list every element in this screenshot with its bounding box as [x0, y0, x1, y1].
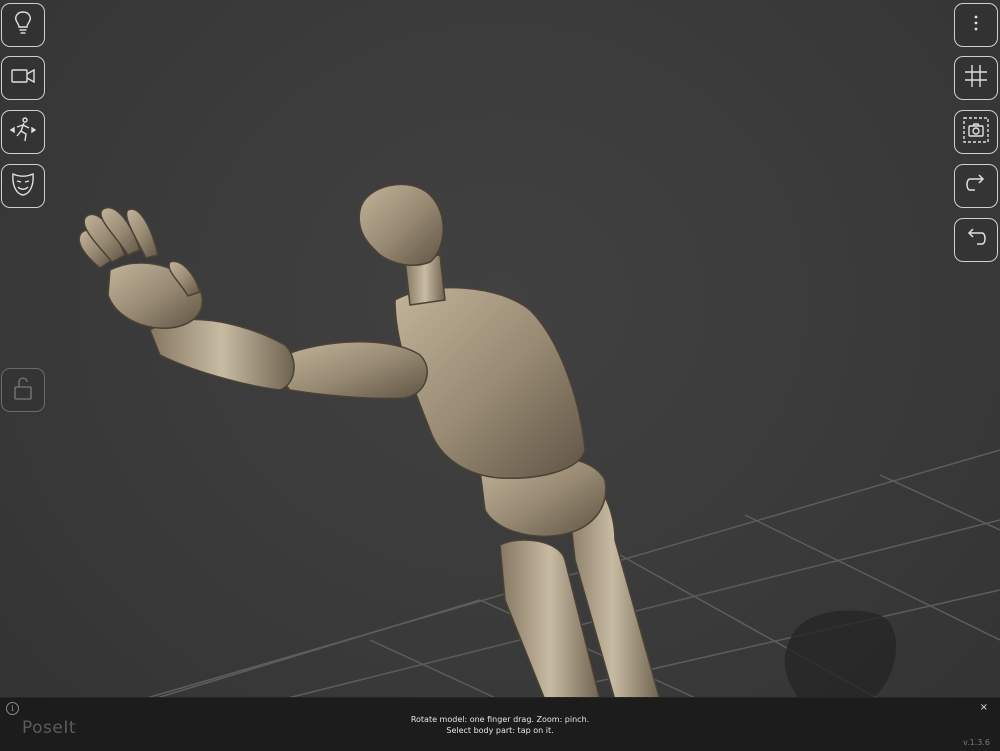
more-vertical-icon — [961, 8, 991, 42]
mask-icon — [8, 169, 38, 203]
lock-button[interactable] — [1, 368, 45, 412]
undo-icon — [961, 223, 991, 257]
screenshot-button[interactable] — [954, 110, 998, 154]
hint-line-2: Select body part: tap on it. — [446, 726, 554, 735]
grid-icon — [961, 61, 991, 95]
app-logo: PoseIt — [22, 718, 77, 738]
3d-viewport[interactable] — [0, 0, 1000, 750]
expression-button[interactable] — [1, 164, 45, 208]
model-shadow — [784, 610, 897, 700]
hint-line-1: Rotate model: one finger drag. Zoom: pin… — [410, 715, 590, 724]
version-label: v.1.3.6 — [962, 738, 990, 747]
hint-bar: i PoseIt Rotate model: one finger drag. … — [0, 697, 1000, 751]
undo-button[interactable] — [954, 218, 998, 262]
redo-button[interactable] — [954, 164, 998, 208]
camera-view-button[interactable] — [1, 56, 45, 100]
video-camera-icon — [8, 61, 38, 95]
close-hint-button[interactable]: × — [980, 702, 988, 713]
lightbulb-icon — [8, 8, 38, 42]
more-button[interactable] — [954, 3, 998, 47]
pose-button[interactable] — [1, 110, 45, 154]
grid-toggle-button[interactable] — [954, 56, 998, 100]
mannequin-model — [78, 183, 661, 701]
info-icon[interactable]: i — [6, 702, 19, 715]
screenshot-camera-icon — [961, 115, 991, 149]
unlock-icon — [8, 373, 38, 407]
pose-figure-icon — [8, 115, 38, 149]
lighting-button[interactable] — [1, 3, 45, 47]
redo-icon — [961, 169, 991, 203]
